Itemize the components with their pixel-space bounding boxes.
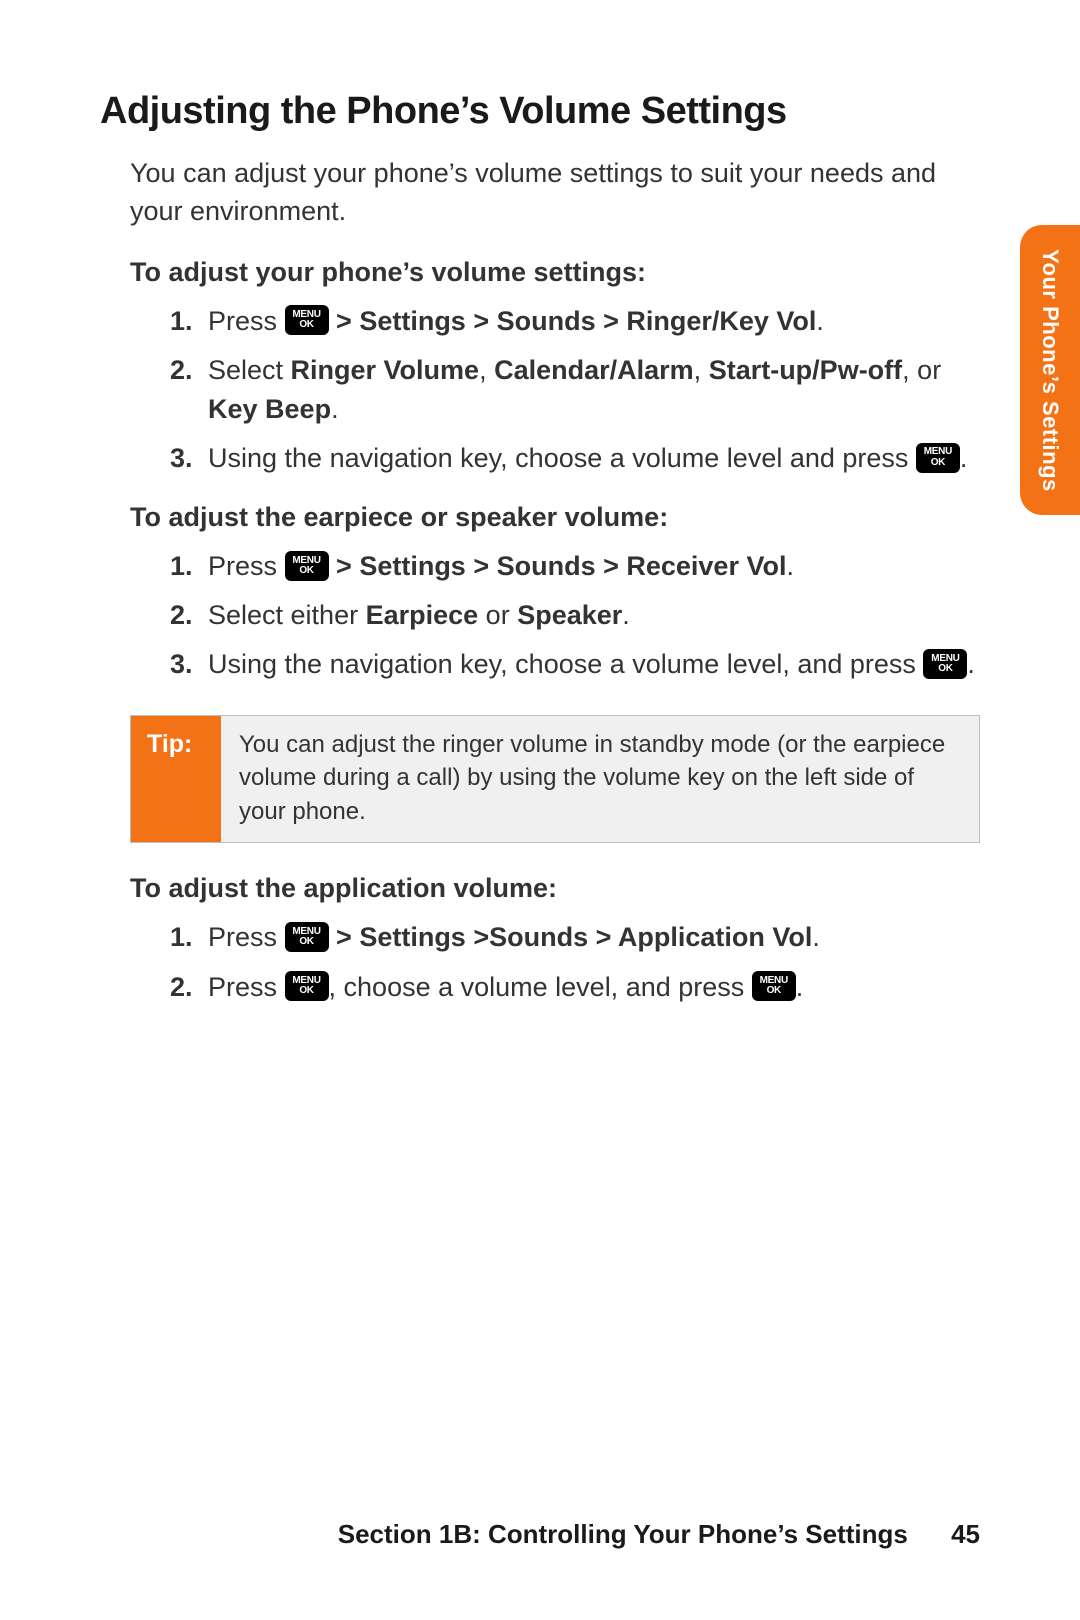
menu-ok-key-icon: MENUOK <box>285 971 329 1001</box>
footer-section: Section 1B: Controlling Your Phone’s Set… <box>338 1519 908 1549</box>
side-tab-label: Your Phone’s Settings <box>1037 249 1063 492</box>
menu-ok-key-icon: MENUOK <box>285 305 329 335</box>
menu-ok-key-icon: MENUOK <box>916 443 960 473</box>
section3-steps: Press MENUOK > Settings >Sounds > Applic… <box>160 918 980 1006</box>
section1-step1: Press MENUOK > Settings > Sounds > Ringe… <box>200 302 980 341</box>
section2-step3: Using the navigation key, choose a volum… <box>200 645 980 684</box>
menu-ok-key-icon: MENUOK <box>923 649 967 679</box>
section1-heading: To adjust your phone’s volume settings: <box>130 257 980 288</box>
section3-step2: Press MENUOK, choose a volume level, and… <box>200 968 980 1007</box>
tip-label: Tip: <box>131 716 221 843</box>
section2-steps: Press MENUOK > Settings > Sounds > Recei… <box>160 547 980 684</box>
manual-page: Your Phone’s Settings Adjusting the Phon… <box>0 0 1080 1620</box>
tip-box: Tip: You can adjust the ringer volume in… <box>130 715 980 844</box>
tip-text: You can adjust the ringer volume in stan… <box>221 716 979 843</box>
section1-step2: Select Ringer Volume, Calendar/Alarm, St… <box>200 351 980 429</box>
menu-ok-key-icon: MENUOK <box>285 922 329 952</box>
section2-heading: To adjust the earpiece or speaker volume… <box>130 502 980 533</box>
section2-step2: Select either Earpiece or Speaker. <box>200 596 980 635</box>
footer-page-number: 45 <box>951 1519 980 1549</box>
intro-text: You can adjust your phone’s volume setti… <box>130 155 980 231</box>
section1-steps: Press MENUOK > Settings > Sounds > Ringe… <box>160 302 980 479</box>
section1-step3: Using the navigation key, choose a volum… <box>200 439 980 478</box>
page-title: Adjusting the Phone’s Volume Settings <box>100 90 980 133</box>
page-footer: Section 1B: Controlling Your Phone’s Set… <box>100 1519 980 1550</box>
section3-heading: To adjust the application volume: <box>130 873 980 904</box>
side-tab: Your Phone’s Settings <box>1020 225 1080 515</box>
section2-step1: Press MENUOK > Settings > Sounds > Recei… <box>200 547 980 586</box>
menu-ok-key-icon: MENUOK <box>285 551 329 581</box>
menu-ok-key-icon: MENUOK <box>752 971 796 1001</box>
section3-step1: Press MENUOK > Settings >Sounds > Applic… <box>200 918 980 957</box>
